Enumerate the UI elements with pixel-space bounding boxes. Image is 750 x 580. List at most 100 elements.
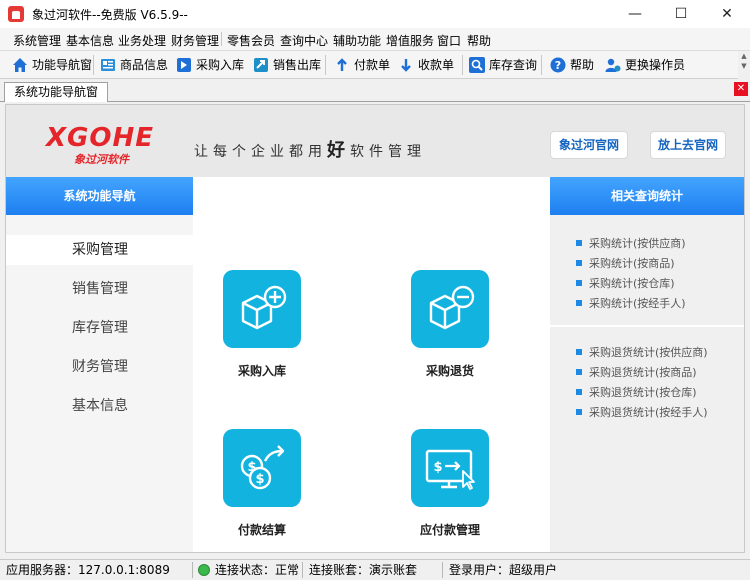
toolbar-separator <box>325 55 326 75</box>
menu-system[interactable]: 系统管理 <box>13 32 61 49</box>
status-separator <box>442 562 443 578</box>
toolbar-products-button[interactable]: 商品信息 <box>100 55 168 75</box>
menu-business[interactable]: 业务处理 <box>118 32 166 49</box>
toolbar-help-button[interactable]: ? 帮助 <box>550 55 594 75</box>
products-icon <box>101 58 115 71</box>
toolbar-sales-out-label: 销售出库 <box>273 58 322 72</box>
svg-text:?: ? <box>555 59 561 72</box>
help-icon: ? <box>550 57 566 72</box>
toolbar-nav-label: 功能导航窗 <box>32 58 93 72</box>
stats-link[interactable]: 采购统计(按商品) <box>576 255 675 271</box>
nav-item-basic-info[interactable]: 基本信息 <box>6 391 193 421</box>
toolbar-nav-button[interactable]: 功能导航窗 <box>12 55 92 75</box>
toolbar-payment-label: 付款单 <box>354 58 391 72</box>
box-add-icon <box>223 270 301 348</box>
monitor-payment-icon: $ <box>411 429 489 507</box>
user-switch-icon <box>605 58 621 72</box>
slogan-highlight: 好 <box>327 140 350 161</box>
brand-subtitle: 象过河软件 <box>74 153 129 166</box>
menu-window[interactable]: 窗口 <box>437 32 461 49</box>
search-icon <box>469 56 485 73</box>
maximize-button[interactable]: ☐ <box>658 0 704 28</box>
nav-item-sales[interactable]: 销售管理 <box>6 274 193 304</box>
stats-link[interactable]: 采购统计(按供应商) <box>576 235 686 251</box>
func-purchase-return[interactable]: 采购退货 <box>390 270 510 379</box>
toolbar-stock-query-button[interactable]: 库存查询 <box>469 55 537 75</box>
status-separator <box>192 562 193 578</box>
nav-item-inventory[interactable]: 库存管理 <box>6 313 193 343</box>
tab-strip: 系统功能导航窗 <box>0 79 750 102</box>
payment-icon <box>337 57 347 71</box>
stats-link[interactable]: 采购退货统计(按经手人) <box>576 404 708 420</box>
coins-transfer-icon: $ $ <box>223 429 301 507</box>
stats-link[interactable]: 采购退货统计(按仓库) <box>576 384 697 400</box>
brand-logo: XGOHE <box>46 123 155 153</box>
connection-status-icon <box>198 563 210 576</box>
home-icon <box>13 57 27 72</box>
toolbar-receipt-button[interactable]: 收款单 <box>398 55 454 75</box>
nav-item-label: 基本信息 <box>72 398 128 414</box>
menu-value-added[interactable]: 增值服务 <box>386 32 434 49</box>
official-site-button[interactable]: 象过河官网 <box>550 131 628 159</box>
toolbar-products-label: 商品信息 <box>120 58 169 72</box>
receipt-icon <box>401 58 411 72</box>
func-label: 应付款管理 <box>419 523 480 537</box>
left-nav-title: 系统功能导航 <box>6 177 193 215</box>
status-separator <box>302 562 303 578</box>
stats-link[interactable]: 采购退货统计(按供应商) <box>576 344 708 360</box>
toolbar-receipt-label: 收款单 <box>418 58 455 72</box>
toolbar-help-label: 帮助 <box>570 58 595 72</box>
purchase-in-icon <box>177 57 191 72</box>
sales-out-icon <box>254 57 268 72</box>
stats-link[interactable]: 采购统计(按仓库) <box>576 275 675 291</box>
nav-item-label: 财务管理 <box>72 359 128 375</box>
status-user: 登录用户：超级用户 <box>449 563 558 577</box>
toolbar-separator <box>462 55 463 75</box>
work-area: XGOHE 象过河软件 让每个企业都用好软件管理 象过河官网 放上去官网 系统功… <box>5 104 745 553</box>
toolbar-purchase-in-button[interactable]: 采购入库 <box>176 55 244 75</box>
stats-panel-title: 相关查询统计 <box>550 177 744 215</box>
slogan-pre: 让每个企业都用 <box>194 144 327 160</box>
func-payment-settle[interactable]: $ $ 付款结算 <box>202 429 322 538</box>
tab-system-nav[interactable]: 系统功能导航窗 <box>4 82 108 102</box>
close-button[interactable]: ✕ <box>704 0 750 28</box>
status-bar: 应用服务器：127.0.0.1:8089 连接状态：正常 连接账套：演示账套 登… <box>0 559 750 580</box>
tab-close-icon[interactable]: ✕ <box>734 82 748 96</box>
func-label: 采购入库 <box>237 364 286 378</box>
window-title: 象过河软件--免费版 V6.5.9-- <box>32 8 188 22</box>
menu-basic-info[interactable]: 基本信息 <box>66 32 114 49</box>
box-remove-icon <box>411 270 489 348</box>
nav-item-label: 销售管理 <box>72 281 128 297</box>
nav-item-purchase[interactable]: 采购管理 <box>6 235 193 265</box>
menu-finance[interactable]: 财务管理 <box>171 32 219 49</box>
minimize-button[interactable]: — <box>612 0 658 28</box>
toolbar-sales-out-button[interactable]: 销售出库 <box>253 55 321 75</box>
menu-help[interactable]: 帮助 <box>467 32 491 49</box>
stats-link[interactable]: 采购退货统计(按商品) <box>576 364 697 380</box>
go-site-button[interactable]: 放上去官网 <box>650 131 726 159</box>
status-account: 连接账套：演示账套 <box>309 563 418 577</box>
toolbar-switch-user-button[interactable]: 更换操作员 <box>605 55 685 75</box>
stats-link[interactable]: 采购统计(按经手人) <box>576 295 686 311</box>
nav-item-finance[interactable]: 财务管理 <box>6 352 193 382</box>
menu-retail[interactable]: 零售会员 <box>227 32 275 49</box>
function-panel: 采购入库 采购退货 $ $ 付款结算 $ 应付款管理 <box>193 177 550 552</box>
svg-text:$: $ <box>255 472 264 487</box>
title-bar: 象过河软件--免费版 V6.5.9-- — ☐ ✕ <box>0 0 750 28</box>
menu-bar: 系统管理 基本信息 业务处理 财务管理 零售会员 查询中心 辅助功能 增值服务 … <box>0 28 750 51</box>
nav-item-label: 库存管理 <box>72 320 128 336</box>
nav-item-label: 采购管理 <box>72 242 128 258</box>
banner: XGOHE 象过河软件 让每个企业都用好软件管理 象过河官网 放上去官网 <box>6 105 744 177</box>
toolbar-switch-user-label: 更换操作员 <box>625 58 686 72</box>
func-label: 付款结算 <box>237 523 286 537</box>
toolbar-purchase-in-label: 采购入库 <box>196 58 245 72</box>
func-payables[interactable]: $ 应付款管理 <box>390 429 510 538</box>
toolbar-stock-query-label: 库存查询 <box>489 58 538 72</box>
menu-query[interactable]: 查询中心 <box>280 32 328 49</box>
menu-separator <box>221 32 222 46</box>
toolbar-scroll[interactable]: ▲ ▼ <box>738 51 750 79</box>
func-purchase-in[interactable]: 采购入库 <box>202 270 322 379</box>
toolbar-payment-button[interactable]: 付款单 <box>334 55 390 75</box>
status-connection: 连接状态：正常 <box>198 560 299 580</box>
menu-tools[interactable]: 辅助功能 <box>333 32 381 49</box>
